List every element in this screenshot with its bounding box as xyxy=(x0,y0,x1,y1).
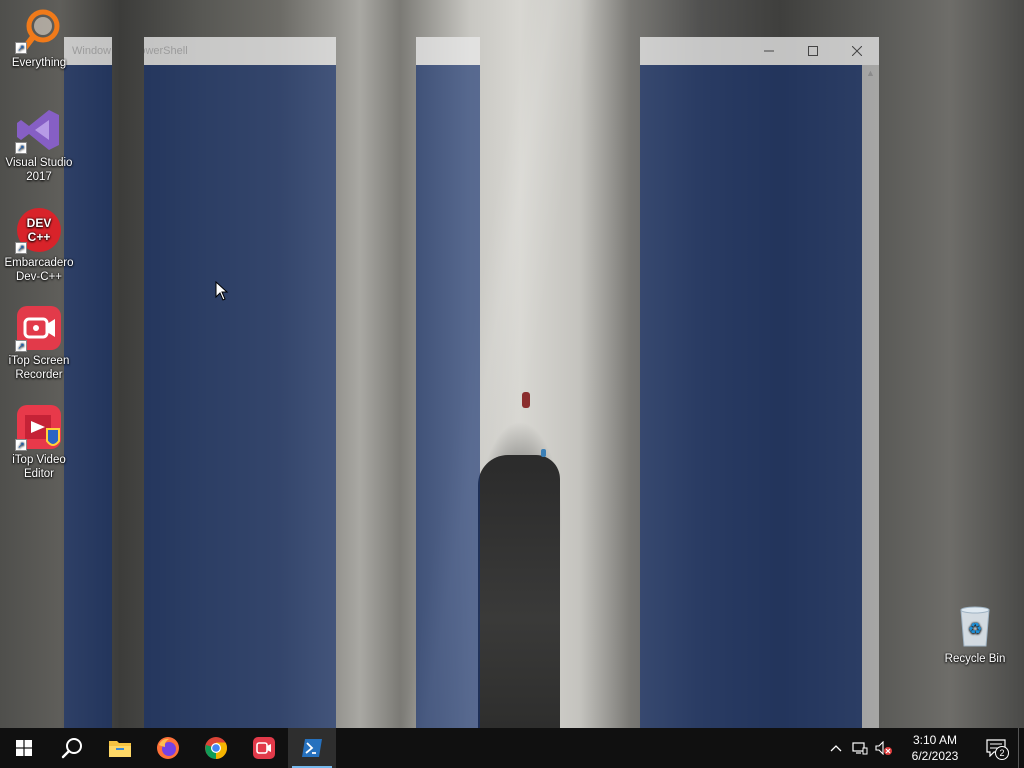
ghost-window-4[interactable]: ▲ xyxy=(640,37,879,728)
system-tray: 3:10 AM 6/2/2023 2 xyxy=(824,728,1024,768)
network-icon xyxy=(852,742,868,755)
ghost-window-3-title xyxy=(416,37,480,65)
action-center-button[interactable]: 2 xyxy=(974,728,1018,768)
show-desktop-button[interactable] xyxy=(1018,728,1024,768)
desktop-icon-itop-video-editor[interactable]: ↗ iTop Video Editor xyxy=(0,403,78,481)
chrome-icon xyxy=(205,737,227,759)
vertical-scrollbar[interactable]: ▲ xyxy=(862,65,879,728)
start-icon xyxy=(16,740,32,756)
maximize-button[interactable] xyxy=(791,37,835,65)
desktop-icon-label: iTop Screen Recorder xyxy=(8,355,70,381)
show-hidden-icons-button[interactable] xyxy=(824,728,848,768)
itop-screen-recorder-icon: ↗ xyxy=(15,304,63,352)
ghost-window-4-body xyxy=(640,65,862,728)
clock-time: 3:10 AM xyxy=(912,733,958,747)
svg-text:DEV: DEV xyxy=(27,216,52,230)
everything-search-icon: ↗ xyxy=(15,6,63,54)
desktop-icon-everything[interactable]: ↗ Everything xyxy=(0,6,78,70)
powershell-icon xyxy=(302,739,322,757)
wallpaper-rock-pinnacle xyxy=(478,455,560,728)
volume-button[interactable] xyxy=(872,728,896,768)
close-icon xyxy=(852,46,862,56)
file-explorer-icon xyxy=(109,741,131,757)
firefox-icon xyxy=(157,737,179,759)
svg-text:♻: ♻ xyxy=(968,619,982,638)
shortcut-arrow-icon: ↗ xyxy=(15,439,27,451)
svg-text:C++: C++ xyxy=(28,230,51,244)
mouse-cursor-icon xyxy=(215,281,229,301)
ghost-window-2-body xyxy=(144,65,336,728)
volume-muted-icon xyxy=(875,741,892,755)
ghost-window-3-body xyxy=(416,65,480,728)
window-controls xyxy=(747,37,879,65)
close-button[interactable] xyxy=(835,37,879,65)
desktop-icon-label: Embarcadero Dev-C++ xyxy=(4,257,74,283)
itop-recorder-taskbar-icon xyxy=(253,737,275,759)
minimize-button[interactable] xyxy=(747,37,791,65)
network-button[interactable] xyxy=(848,728,872,768)
shortcut-arrow-icon: ↗ xyxy=(15,42,27,54)
desktop-icon-visual-studio[interactable]: ↗ Visual Studio 2017 xyxy=(0,106,78,184)
ghost-window-2[interactable]: PowerShell xyxy=(144,37,336,728)
scroll-up-arrow-icon[interactable]: ▲ xyxy=(862,65,879,82)
ghost-window-3[interactable] xyxy=(416,37,480,728)
taskbar-file-explorer[interactable] xyxy=(96,728,144,768)
chevron-up-icon xyxy=(830,745,842,752)
shortcut-arrow-icon: ↗ xyxy=(15,340,27,352)
desktop-icon-recycle-bin[interactable]: ♻ Recycle Bin xyxy=(936,602,1014,666)
desktop-icon-label: Recycle Bin xyxy=(944,653,1006,665)
start-button[interactable] xyxy=(0,728,48,768)
desktop-icon-devcpp[interactable]: DEV C++ ↗ Embarcadero Dev-C++ xyxy=(0,206,78,284)
taskbar-chrome[interactable] xyxy=(192,728,240,768)
desktop-icon-label: iTop Video Editor xyxy=(12,454,66,480)
minimize-icon xyxy=(764,50,774,52)
devcpp-icon: DEV C++ ↗ xyxy=(15,206,63,254)
search-button[interactable] xyxy=(48,728,96,768)
taskbar-firefox[interactable] xyxy=(144,728,192,768)
clock-date: 6/2/2023 xyxy=(911,749,959,763)
wallpaper-climber xyxy=(522,392,530,408)
wallpaper-climber-2 xyxy=(541,449,546,457)
shortcut-arrow-icon: ↗ xyxy=(15,142,27,154)
recycle-bin-icon: ♻ xyxy=(951,602,999,650)
desktop-icon-itop-screen-recorder[interactable]: ↗ iTop Screen Recorder xyxy=(0,304,78,382)
notification-count-badge: 2 xyxy=(995,746,1009,760)
itop-video-editor-icon: ↗ xyxy=(15,403,63,451)
maximize-icon xyxy=(808,46,818,56)
search-icon xyxy=(61,738,82,759)
desktop-icon-label: Everything xyxy=(11,57,67,69)
desktop-icon-label: Visual Studio 2017 xyxy=(5,157,73,183)
visual-studio-icon: ↗ xyxy=(15,106,63,154)
ghost-window-2-title: PowerShell xyxy=(144,37,336,65)
taskbar-itop-recorder[interactable] xyxy=(240,728,288,768)
taskbar-clock[interactable]: 3:10 AM 6/2/2023 xyxy=(900,732,970,764)
taskbar: 3:10 AM 6/2/2023 2 xyxy=(0,728,1024,768)
taskbar-powershell[interactable] xyxy=(288,728,336,768)
shortcut-arrow-icon: ↗ xyxy=(15,242,27,254)
